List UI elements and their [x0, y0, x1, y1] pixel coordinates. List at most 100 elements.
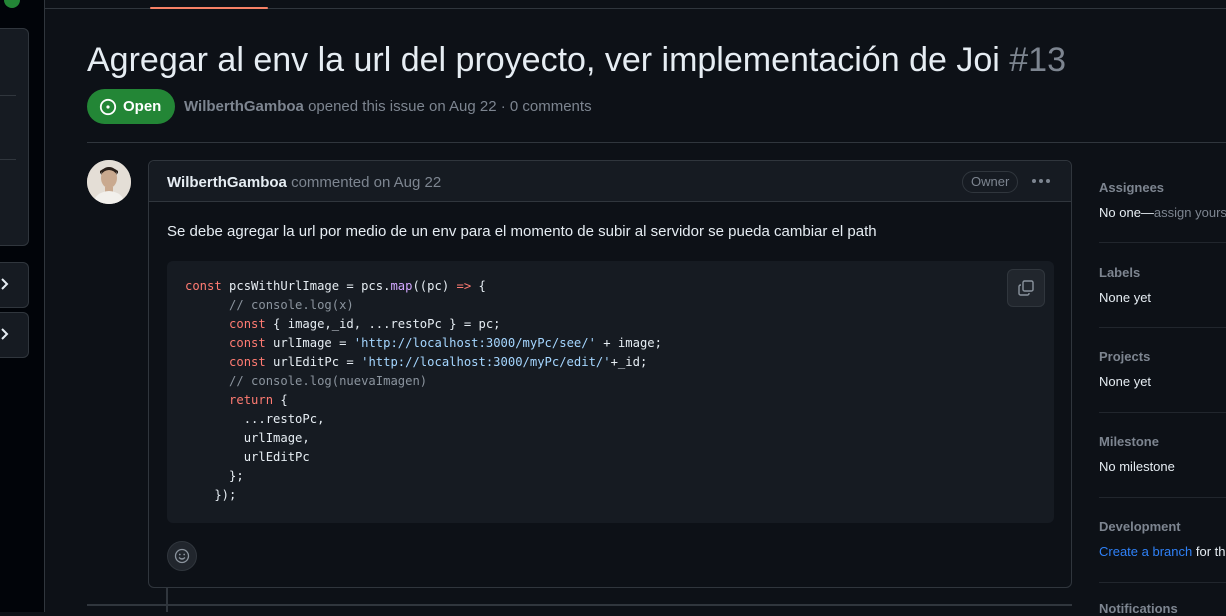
comment-header-text: WilberthGamboa commented on Aug 22	[167, 174, 441, 191]
sidebar-development-value: Create a branch for th	[1099, 544, 1226, 559]
code-line: // console.log(nuevaImagen)	[185, 372, 662, 391]
sidebar-projects-title[interactable]: Projects	[1099, 349, 1226, 364]
development-suffix-text: for th	[1192, 544, 1226, 559]
code-token: +_id;	[610, 355, 648, 369]
code-line: const { image,_id, ...restoPc } = pc;	[185, 315, 662, 334]
sidebar-development: Development Create a branch for th	[1099, 519, 1226, 559]
assignees-none-text: No one—	[1099, 205, 1154, 220]
timeline-line	[166, 587, 168, 612]
code-line: urlEditPc	[185, 448, 662, 467]
issue-author-link[interactable]: WilberthGamboa	[184, 98, 304, 115]
kebab-dot	[1039, 179, 1043, 183]
create-branch-link[interactable]: Create a branch	[1099, 544, 1192, 559]
code-token: ...restoPc,	[185, 412, 325, 426]
sidebar-labels-title[interactable]: Labels	[1099, 265, 1226, 280]
code-block: const pcsWithUrlImage = pcs.map((pc) => …	[167, 261, 1054, 523]
issue-meta: WilberthGamboa opened this issue on Aug …	[184, 98, 592, 115]
user-photo	[87, 160, 131, 204]
sidebar-divider	[1099, 497, 1226, 498]
issue-title-text: Agregar al env la url del proyecto, ver …	[87, 41, 1000, 79]
sidebar-projects-value: None yet	[1099, 374, 1152, 389]
code-token: urlEditPc	[185, 450, 310, 464]
code-token: const	[185, 279, 222, 293]
sidebar-divider	[1099, 412, 1226, 413]
code-token: pcsWithUrlImage = pcs.	[221, 279, 391, 293]
chevron-right-icon	[1, 278, 9, 290]
code-token: });	[185, 488, 237, 502]
sidebar-milestone-value: No milestone	[1099, 459, 1175, 474]
sidebar-divider	[1099, 327, 1226, 328]
kebab-dot	[1046, 179, 1050, 183]
code-line: };	[185, 467, 662, 486]
code-token: // console.log(x)	[185, 298, 354, 312]
owner-badge: Owner	[962, 171, 1019, 193]
code-token: =>	[456, 279, 472, 293]
comment-body-text: Se debe agregar la url por medio de un e…	[167, 223, 877, 240]
code-line: const urlEditPc = 'http://localhost:3000…	[185, 353, 662, 372]
code-line: const pcsWithUrlImage = pcs.map((pc) => …	[185, 277, 662, 296]
left-navigation-strip	[0, 0, 45, 612]
sidebar-development-title[interactable]: Development	[1099, 519, 1226, 534]
kebab-dot	[1032, 179, 1036, 183]
code-token: 'http://localhost:3000/myPc/edit/'	[361, 355, 611, 369]
sidebar-assignees: Assignees No one—assign yours	[1099, 180, 1226, 220]
issue-opened-icon	[99, 98, 117, 115]
sidebar-labels-value: None yet	[1099, 290, 1152, 305]
comment-timestamp[interactable]: commented on Aug 22	[291, 174, 441, 191]
issue-state-badge: Open	[87, 89, 176, 124]
expand-panel-button[interactable]	[0, 312, 29, 358]
comment-header: WilberthGamboa commented on Aug 22 Owner	[149, 161, 1071, 202]
code-token: return	[229, 393, 274, 407]
issue-title: Agregar al env la url del proyecto, ver …	[87, 38, 1066, 82]
sidebar-notifications: Notifications	[1099, 601, 1226, 616]
code-line: const urlImage = 'http://localhost:3000/…	[185, 334, 662, 353]
copy-icon	[1018, 280, 1034, 296]
code-token: };	[185, 469, 244, 483]
code-line: urlImage,	[185, 429, 662, 448]
code-token: // console.log(nuevaImagen)	[185, 374, 428, 388]
avatar[interactable]	[87, 160, 131, 204]
timeline-divider	[87, 604, 1072, 606]
status-dot-icon	[4, 0, 20, 8]
issue-number: #13	[1009, 41, 1066, 79]
code-token: const	[229, 317, 266, 331]
expand-panel-button[interactable]	[0, 262, 29, 308]
sidebar-divider	[1099, 582, 1226, 583]
sidebar-notifications-title: Notifications	[1099, 601, 1178, 616]
code-token: urlEditPc =	[265, 355, 362, 369]
code-token: const	[229, 355, 266, 369]
comment-author-link[interactable]: WilberthGamboa	[167, 174, 287, 191]
sidebar-labels: Labels None yet	[1099, 265, 1226, 305]
copy-code-button[interactable]	[1007, 269, 1045, 307]
add-reaction-button[interactable]	[167, 541, 197, 571]
sidebar-milestone: Milestone No milestone	[1099, 434, 1226, 474]
comment-options-button[interactable]	[1031, 171, 1051, 191]
code-line: return {	[185, 391, 662, 410]
sidebar-milestone-title[interactable]: Milestone	[1099, 434, 1226, 449]
panel-divider	[0, 95, 16, 96]
issue-state-label: Open	[123, 98, 162, 115]
header-divider	[87, 142, 1226, 143]
issue-comment: WilberthGamboa commented on Aug 22 Owner…	[148, 160, 1072, 588]
code-line: });	[185, 486, 662, 505]
assign-yourself-link[interactable]: assign yours	[1154, 205, 1226, 220]
sidebar-projects: Projects None yet	[1099, 349, 1226, 389]
issue-meta-text: opened this issue on Aug 22 · 0 comments	[308, 98, 592, 115]
code-token: const	[229, 336, 266, 350]
code-token: {	[471, 279, 486, 293]
code-token: map	[390, 279, 413, 293]
code-token: {	[273, 393, 288, 407]
smiley-icon	[174, 548, 190, 564]
selected-tab-indicator	[150, 7, 268, 9]
code-line: // console.log(x)	[185, 296, 662, 315]
panel-divider	[0, 159, 16, 160]
sidebar-assignees-title[interactable]: Assignees	[1099, 180, 1226, 195]
code-line: ...restoPc,	[185, 410, 662, 429]
sidebar-assignees-value: No one—assign yours	[1099, 205, 1226, 220]
code-token: 'http://localhost:3000/myPc/see/'	[353, 336, 596, 350]
code-token: urlImage =	[265, 336, 354, 350]
